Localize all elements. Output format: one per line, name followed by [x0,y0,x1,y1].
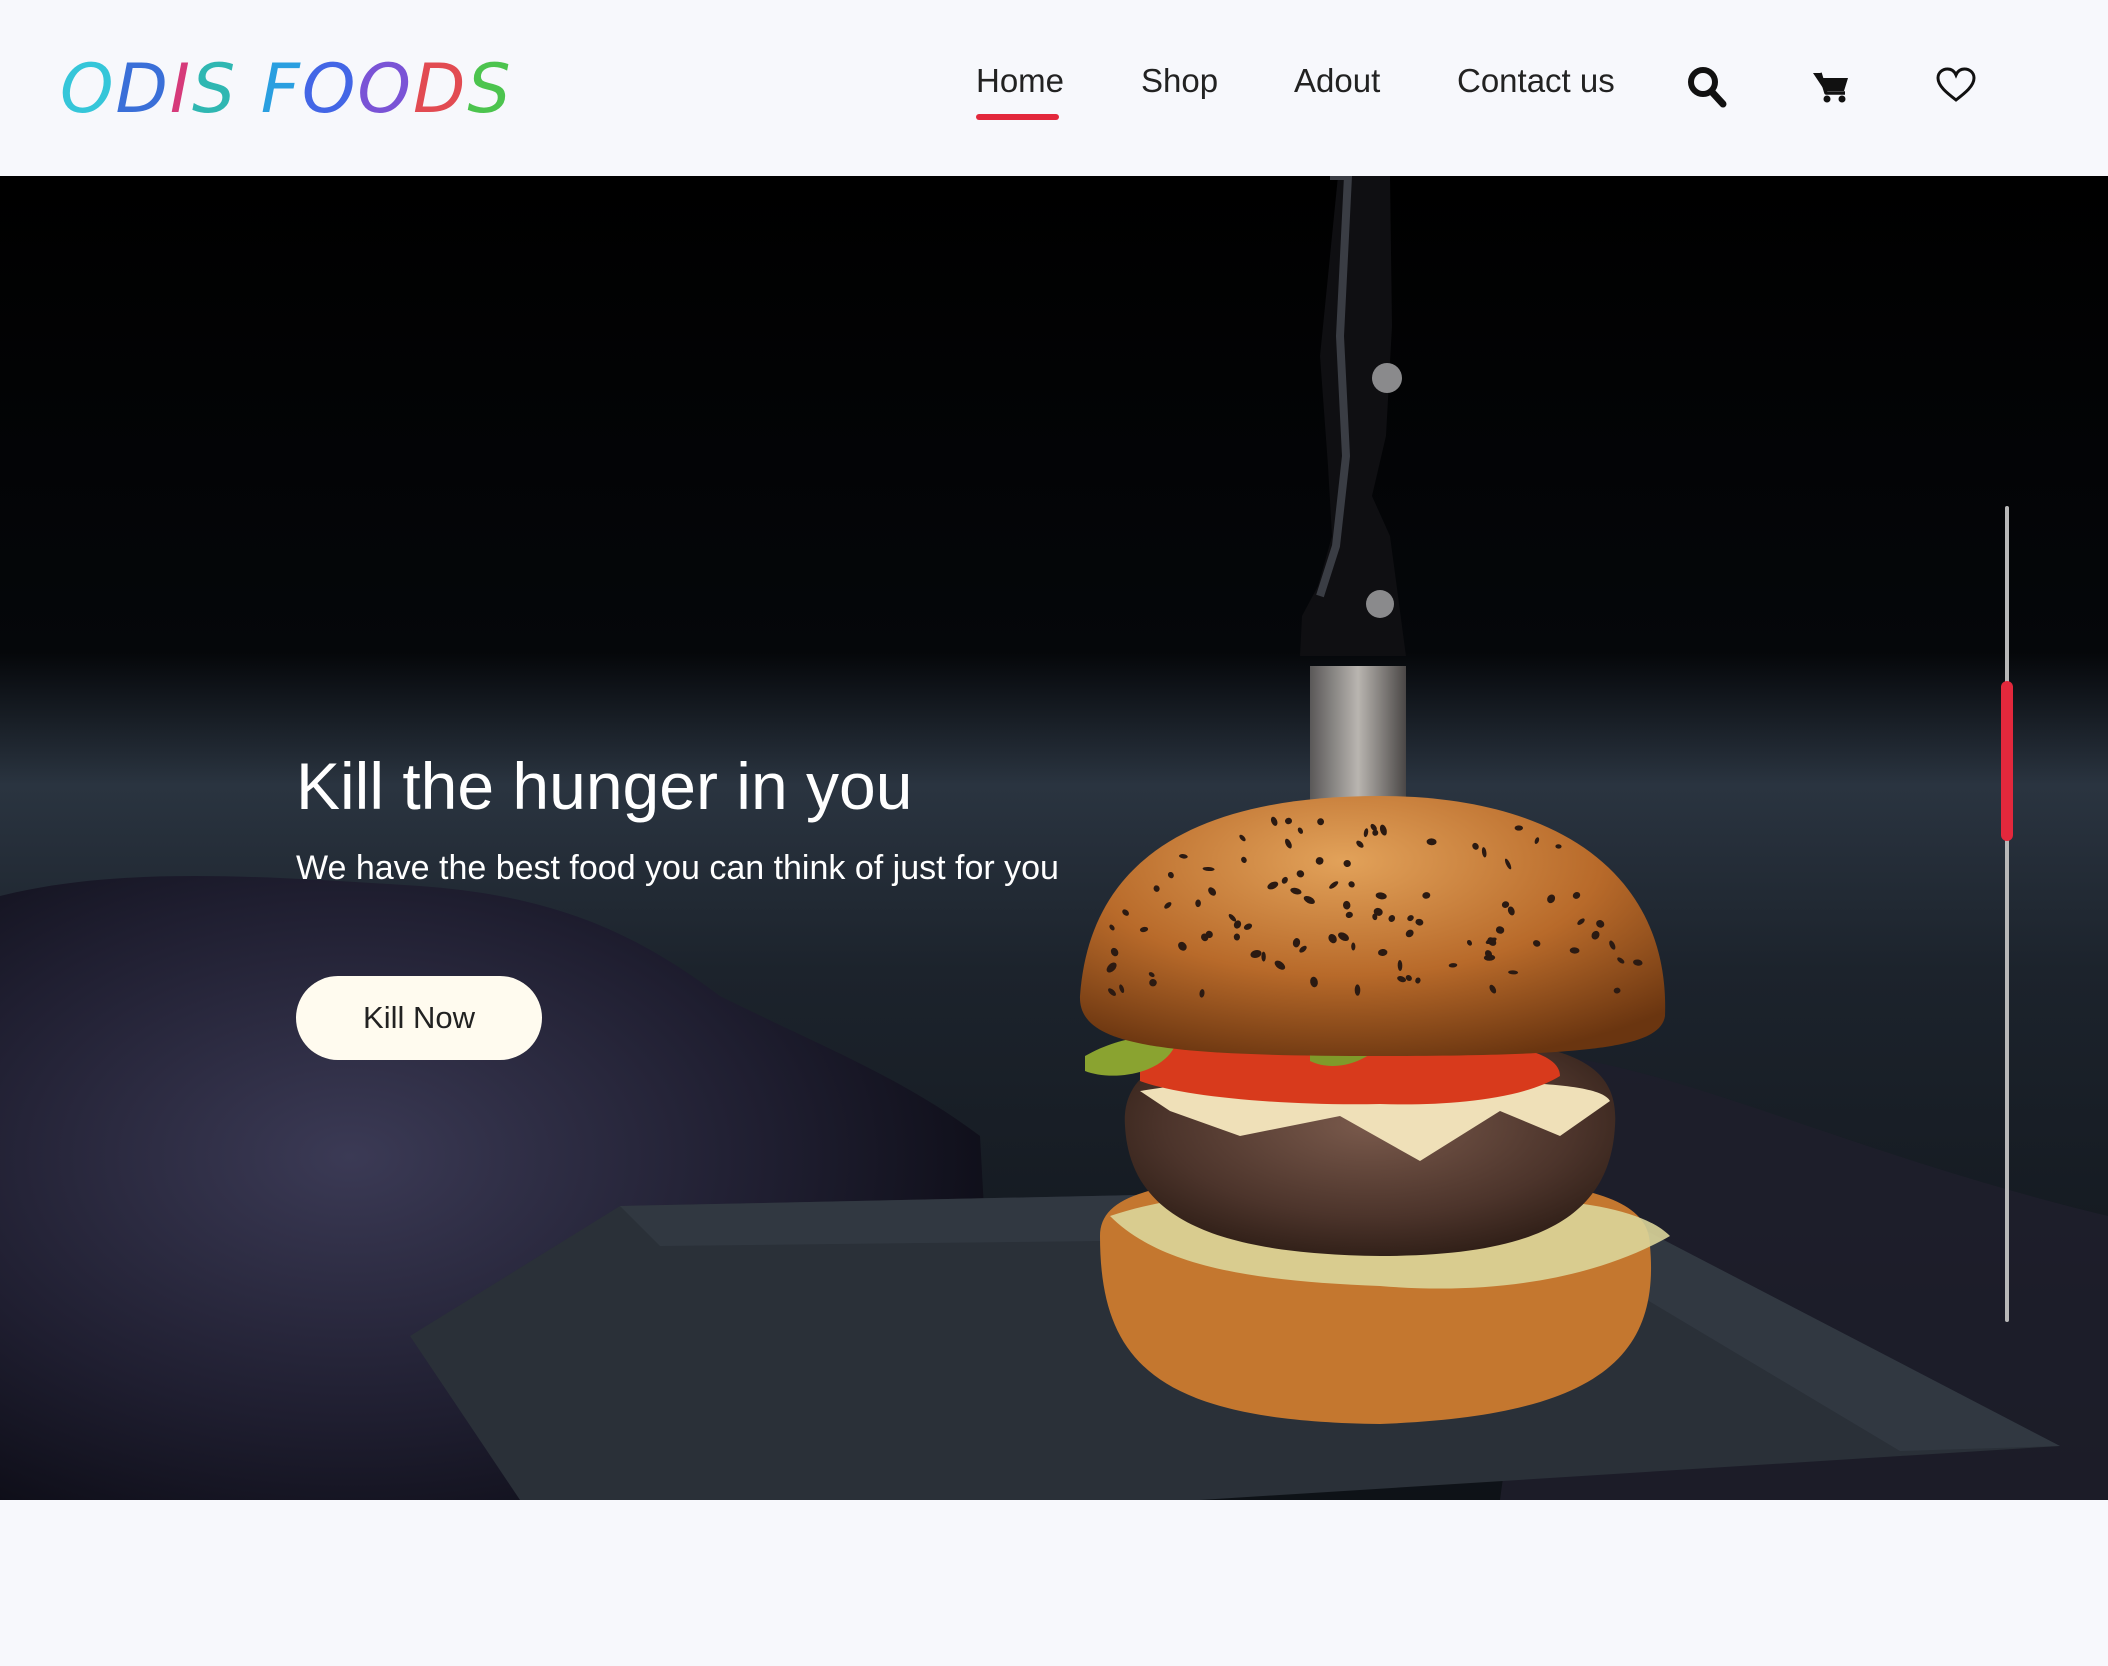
hero-title: Kill the hunger in you [296,749,913,823]
logo-letter: O [301,50,358,129]
search-icon[interactable] [1687,66,1727,113]
kill-now-button[interactable]: Kill Now [296,976,542,1060]
logo-letter: O [60,50,116,129]
logo-letter: S [467,50,513,129]
scroll-indicator-track [2005,506,2009,1322]
cart-icon[interactable] [1812,70,1850,109]
nav-item-home[interactable]: Home [976,62,1064,120]
logo-letter [237,50,261,130]
scroll-indicator-thumb[interactable] [2001,681,2013,841]
burger-with-knife-photo [0,176,2108,1500]
nav-item-shop[interactable]: Shop [1141,62,1218,100]
logo-letter: D [115,50,170,129]
logo-letter: O [357,50,413,129]
site-header: ODIS FOODS Home Shop Adout Contact us [0,0,2108,176]
logo-letter: F [260,50,302,129]
nav-item-contact-us[interactable]: Contact us [1457,62,1615,100]
nav-item-adout[interactable]: Adout [1294,62,1380,100]
hero-subtitle: We have the best food you can think of j… [296,849,1059,887]
logo-letter: D [412,50,468,129]
brand-logo[interactable]: ODIS FOODS [60,50,513,130]
heart-icon[interactable] [1935,66,1977,109]
logo-letter: S [191,50,238,129]
logo-letter: I [169,50,192,129]
hero-banner: Kill the hunger in you We have the best … [0,176,2108,1500]
